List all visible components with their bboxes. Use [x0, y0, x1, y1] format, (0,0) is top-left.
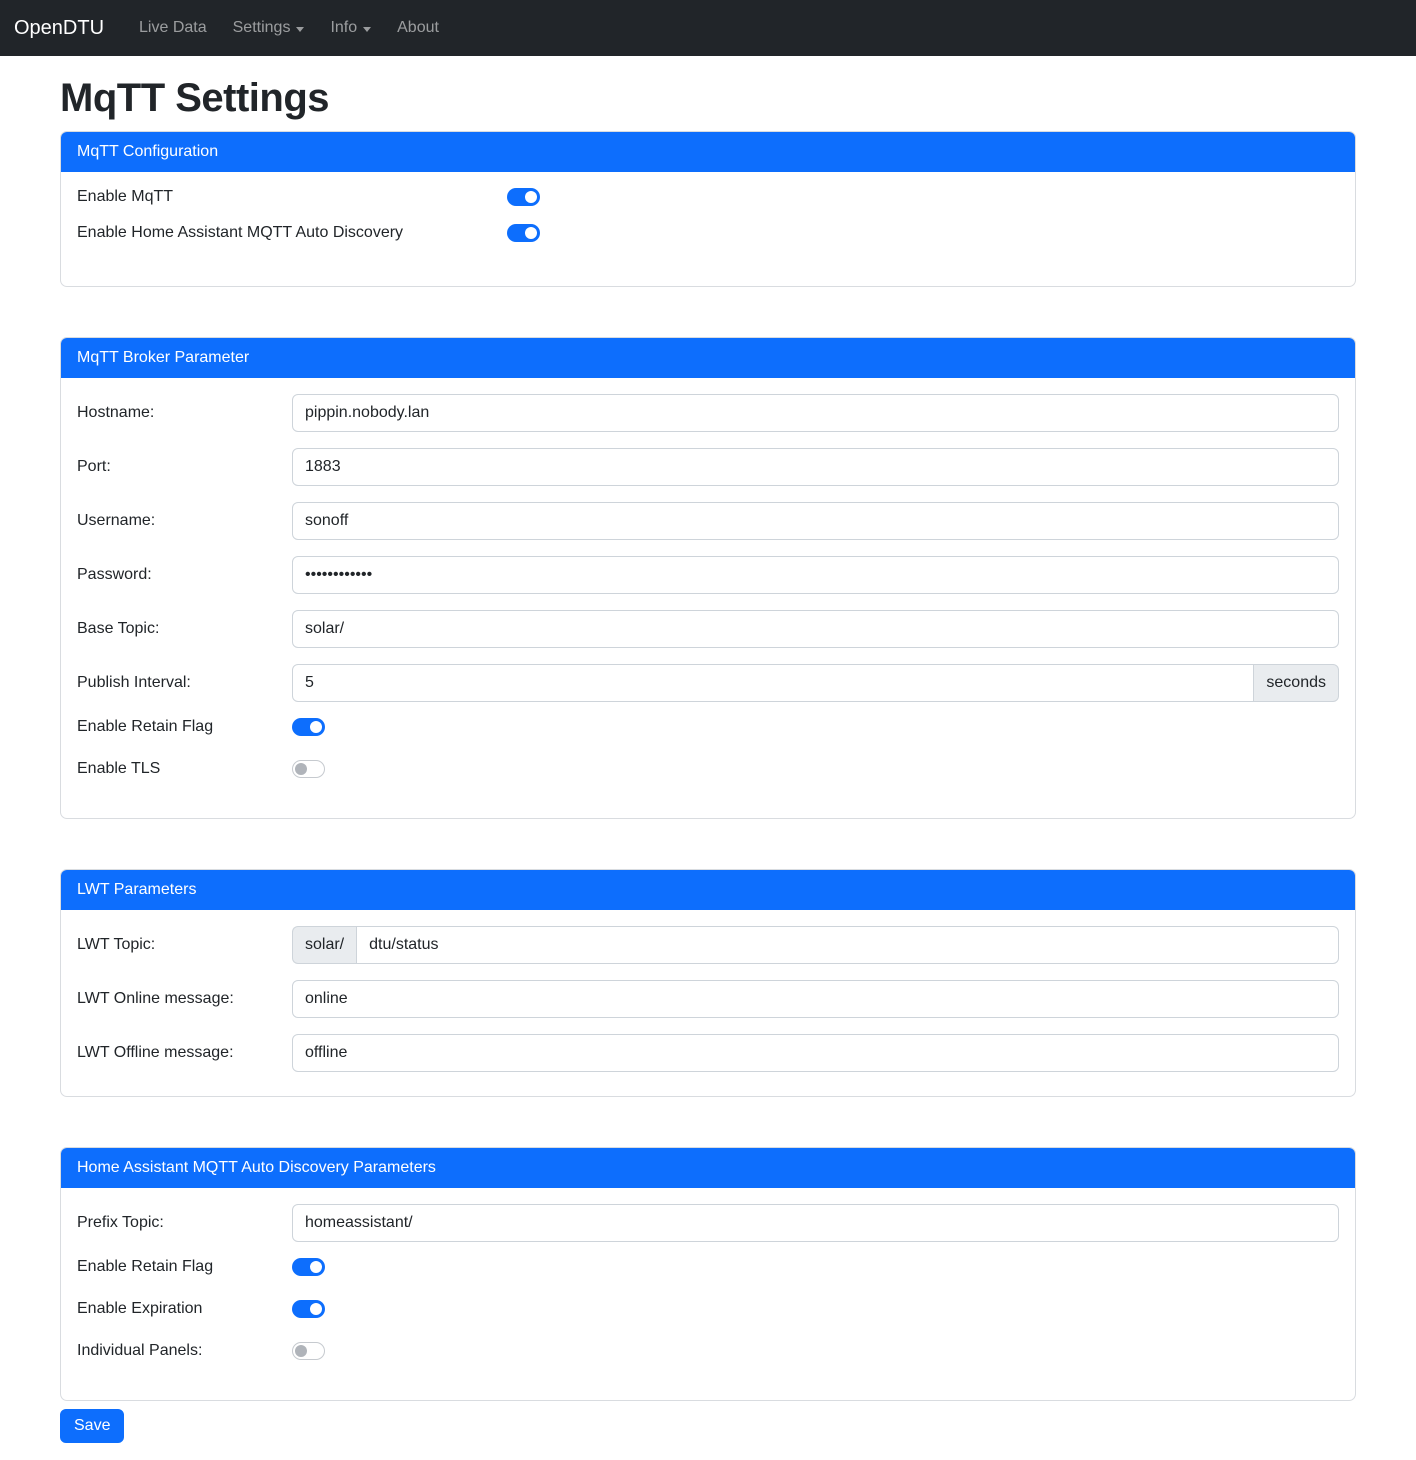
- prefix-topic-label: Prefix Topic:: [77, 1214, 292, 1232]
- enable-expiration-toggle[interactable]: [292, 1300, 325, 1318]
- chevron-down-icon: [363, 27, 371, 32]
- password-input[interactable]: [292, 556, 1339, 594]
- base-topic-input[interactable]: [292, 610, 1339, 648]
- card-header: Home Assistant MQTT Auto Discovery Param…: [61, 1148, 1355, 1188]
- nav-item-label: Settings: [233, 19, 291, 37]
- base-topic-label: Base Topic:: [77, 620, 292, 638]
- individual-panels-toggle[interactable]: [292, 1342, 325, 1360]
- port-label: Port:: [77, 458, 292, 476]
- enable-tls-toggle[interactable]: [292, 760, 325, 778]
- enable-mqtt-label: Enable MqTT: [77, 188, 507, 206]
- enable-tls-label: Enable TLS: [77, 760, 292, 778]
- nav-item-label: Info: [330, 19, 357, 37]
- enable-mqtt-toggle[interactable]: [507, 188, 540, 206]
- card-header: LWT Parameters: [61, 870, 1355, 910]
- card-header: MqTT Broker Parameter: [61, 338, 1355, 378]
- hostname-input[interactable]: [292, 394, 1339, 432]
- lwt-online-message-input[interactable]: [292, 980, 1339, 1018]
- prefix-topic-input[interactable]: [292, 1204, 1339, 1242]
- individual-panels-label: Individual Panels:: [77, 1342, 292, 1360]
- username-label: Username:: [77, 512, 292, 530]
- nav-item-label: About: [397, 19, 439, 37]
- hass-retain-flag-label: Enable Retain Flag: [77, 1258, 292, 1276]
- content: MqTT Settings MqTT Configuration Enable …: [60, 76, 1356, 1443]
- hostname-label: Hostname:: [77, 404, 292, 422]
- page-title: MqTT Settings: [60, 76, 1356, 121]
- card-mqtt-configuration: MqTT Configuration Enable MqTT Enable Ho…: [60, 131, 1356, 287]
- nav-item-label: Live Data: [139, 19, 207, 37]
- lwt-topic-input[interactable]: [356, 926, 1339, 964]
- lwt-topic-prefix-addon: solar/: [292, 926, 356, 964]
- card-lwt-parameters: LWT Parameters LWT Topic: solar/ LWT Onl…: [60, 869, 1356, 1097]
- card-mqtt-broker-parameter: MqTT Broker Parameter Hostname: Port: Us…: [60, 337, 1356, 819]
- lwt-topic-label: LWT Topic:: [77, 936, 292, 954]
- broker-retain-flag-label: Enable Retain Flag: [77, 718, 292, 736]
- lwt-offline-message-input[interactable]: [292, 1034, 1339, 1072]
- publish-interval-label: Publish Interval:: [77, 674, 292, 692]
- enable-expiration-label: Enable Expiration: [77, 1300, 292, 1318]
- card-header: MqTT Configuration: [61, 132, 1355, 172]
- nav-item-live-data[interactable]: Live Data: [130, 11, 216, 45]
- seconds-addon: seconds: [1254, 664, 1339, 702]
- enable-hass-discovery-toggle[interactable]: [507, 224, 540, 242]
- lwt-offline-message-label: LWT Offline message:: [77, 1044, 292, 1062]
- hass-retain-flag-toggle[interactable]: [292, 1258, 325, 1276]
- nav-item-settings[interactable]: Settings: [224, 11, 314, 45]
- save-button[interactable]: Save: [60, 1409, 124, 1443]
- chevron-down-icon: [296, 27, 304, 32]
- broker-retain-flag-toggle[interactable]: [292, 718, 325, 736]
- password-label: Password:: [77, 566, 292, 584]
- enable-hass-discovery-label: Enable Home Assistant MQTT Auto Discover…: [77, 224, 507, 242]
- nav-item-info[interactable]: Info: [321, 11, 380, 45]
- port-input[interactable]: [292, 448, 1339, 486]
- navbar: OpenDTU Live Data Settings Info About: [0, 0, 1416, 56]
- publish-interval-input[interactable]: [292, 664, 1254, 702]
- brand-opendtu[interactable]: OpenDTU: [14, 17, 104, 40]
- card-hass-discovery-parameters: Home Assistant MQTT Auto Discovery Param…: [60, 1147, 1356, 1401]
- username-input[interactable]: [292, 502, 1339, 540]
- nav-item-about[interactable]: About: [388, 11, 448, 45]
- lwt-online-message-label: LWT Online message:: [77, 990, 292, 1008]
